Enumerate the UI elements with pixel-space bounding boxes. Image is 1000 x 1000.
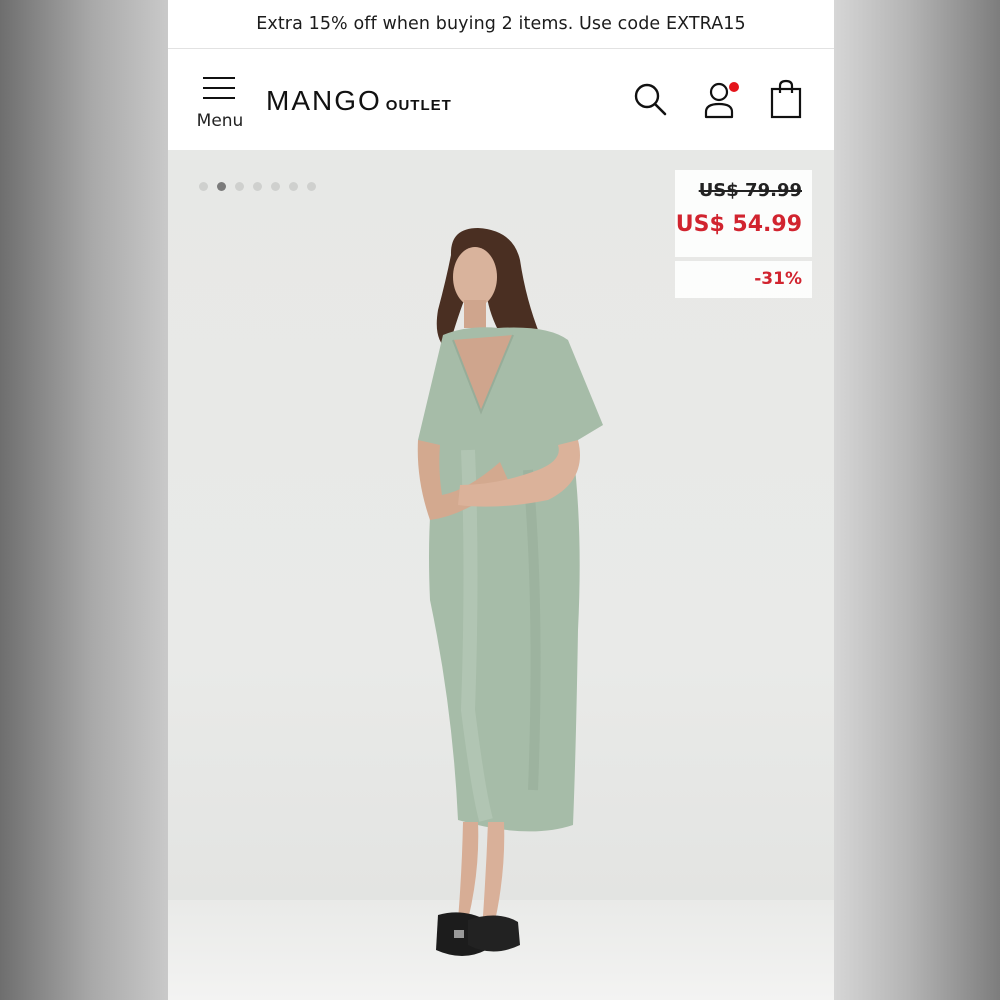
sale-price: US$ 54.99 — [675, 212, 802, 237]
price-box: US$ 79.99 US$ 54.99 — [675, 170, 812, 257]
logo-main-text: MANGO — [266, 85, 382, 116]
background-right — [834, 0, 1000, 1000]
promo-banner-text: Extra 15% off when buying 2 items. Use c… — [256, 14, 746, 34]
gallery-dot[interactable] — [253, 182, 262, 191]
phone-screen: Extra 15% off when buying 2 items. Use c… — [168, 0, 834, 1000]
mango-outlet-logo[interactable]: MANGO OUTLET — [266, 85, 452, 117]
menu-button[interactable]: Menu — [190, 74, 246, 132]
gallery-dot-active[interactable] — [217, 182, 226, 191]
search-icon[interactable] — [633, 82, 667, 116]
shopping-bag-icon[interactable] — [769, 79, 803, 119]
gallery-dots — [199, 182, 316, 191]
original-price: US$ 79.99 — [698, 180, 802, 201]
gallery-dot[interactable] — [307, 182, 316, 191]
logo-sub-text: OUTLET — [385, 97, 452, 114]
notification-dot — [729, 82, 739, 92]
hamburger-icon — [203, 77, 235, 99]
gallery-dot[interactable] — [271, 182, 280, 191]
discount-text: -31% — [754, 269, 802, 289]
site-header: Menu MANGO OUTLET — [168, 49, 834, 150]
discount-badge: -31% — [675, 261, 812, 298]
product-gallery[interactable]: US$ 79.99 US$ 54.99 -31% — [168, 150, 834, 1000]
gallery-dot[interactable] — [235, 182, 244, 191]
background-left — [0, 0, 168, 1000]
gallery-dot[interactable] — [199, 182, 208, 191]
gallery-dot[interactable] — [289, 182, 298, 191]
menu-label: Menu — [196, 111, 244, 131]
promo-banner[interactable]: Extra 15% off when buying 2 items. Use c… — [168, 0, 834, 49]
